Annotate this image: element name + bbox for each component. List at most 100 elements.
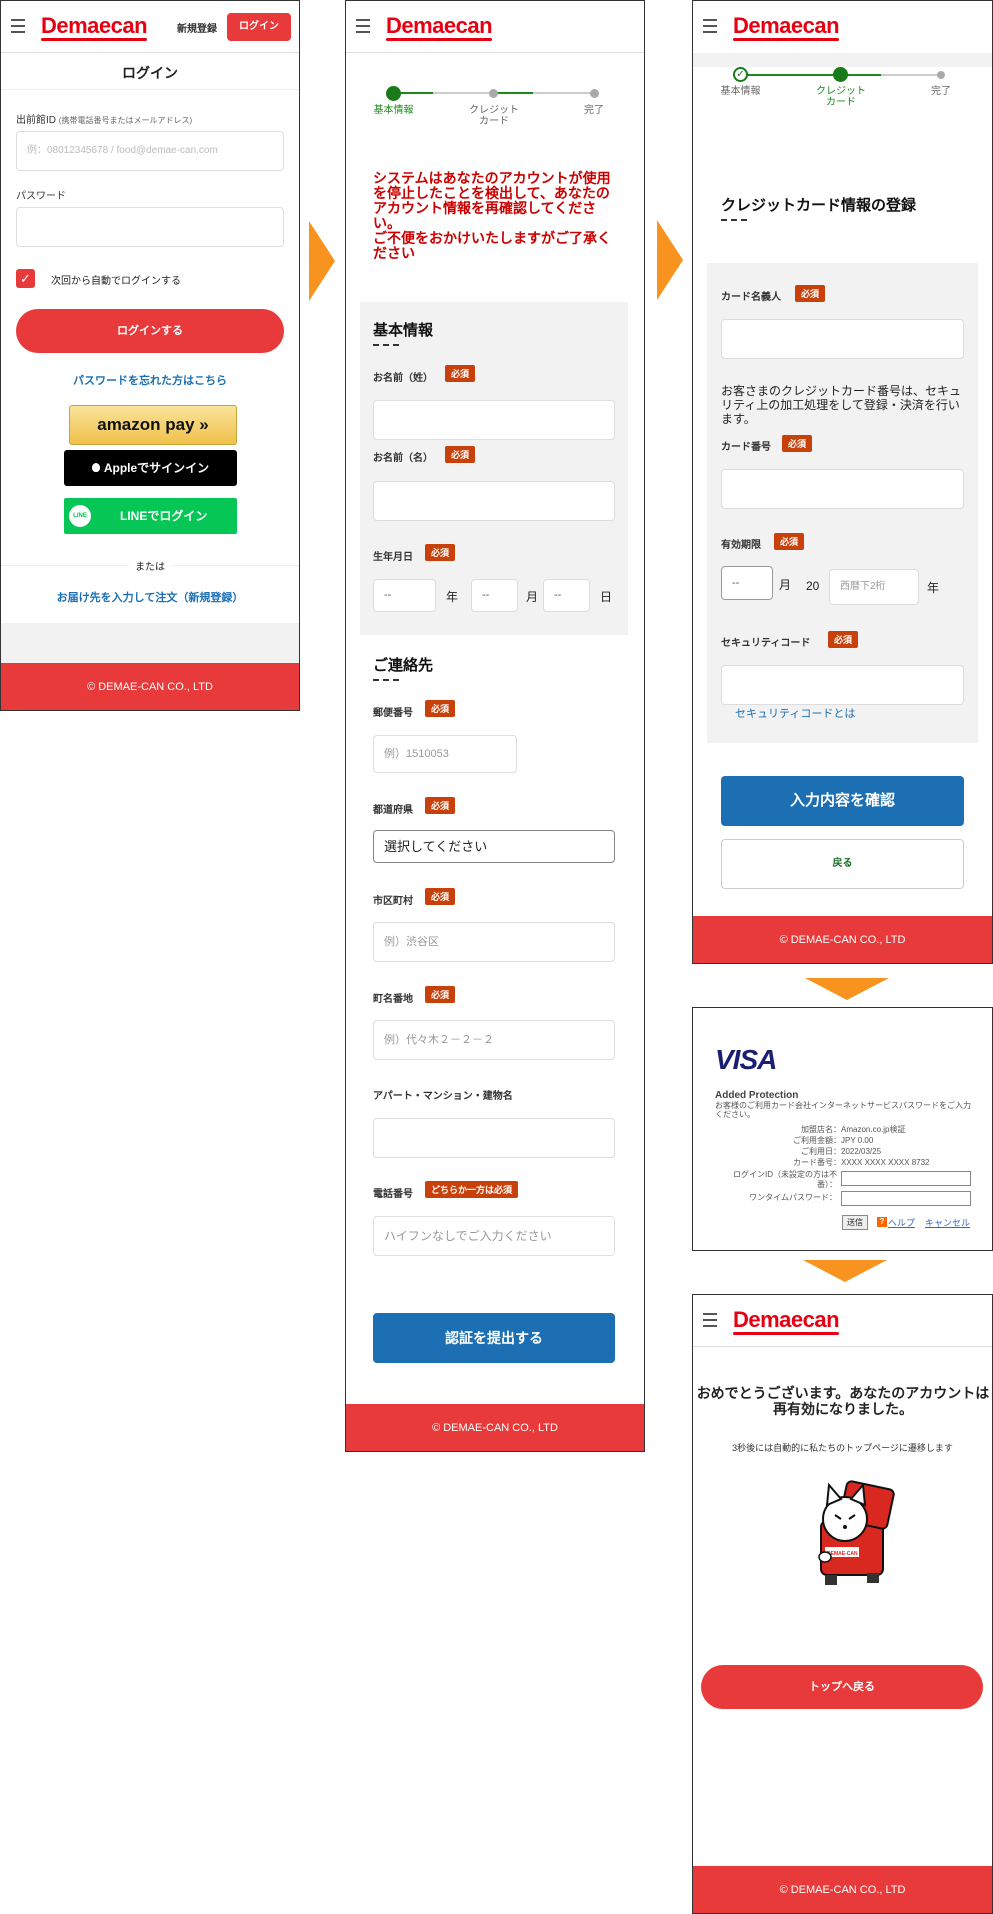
month-unit: 月 xyxy=(526,590,539,604)
step2-dot xyxy=(489,89,498,98)
required-badge: 必須 xyxy=(828,631,859,648)
zip-input[interactable]: 例）1510053 xyxy=(373,735,517,773)
login-panel: Demaecan 新規登録 ログイン ログイン 出前館ID (携帯電話番号または… xyxy=(0,0,300,711)
twenty-prefix: 20 xyxy=(806,579,820,593)
footer: © DEMAE-CAN CO., LTD xyxy=(346,1404,644,1451)
forgot-password-link[interactable]: パスワードを忘れた方はこちら xyxy=(1,372,299,388)
login-submit-button[interactable]: ログインする xyxy=(16,309,284,353)
cancel-link[interactable]: キャンセル xyxy=(925,1216,970,1229)
building-label: アパート・マンション・建物名 xyxy=(373,1091,513,1102)
street-input[interactable]: 例）代々木２－２－２ xyxy=(373,1020,615,1060)
city-input[interactable]: 例）渋谷区 xyxy=(373,922,615,962)
holder-input[interactable] xyxy=(721,319,964,359)
login-id-label: ログインID（未設定の方は不番）： xyxy=(733,1170,837,1189)
logo[interactable]: Demaecan xyxy=(733,1307,840,1335)
arrow-right-icon xyxy=(309,221,335,301)
register-link[interactable]: 新規登録 xyxy=(177,20,217,35)
mascot-illustration: DEMAE-CAN xyxy=(803,1477,899,1589)
line-label: LINEでログイン xyxy=(120,509,208,523)
id-hint: (携帯電話番号またはメールアドレス) xyxy=(58,116,193,125)
back-to-top-button[interactable]: トップへ戻る xyxy=(701,1665,983,1709)
row-key: カード番号： xyxy=(793,1158,841,1167)
birth-month-select[interactable]: -- xyxy=(471,579,518,612)
amazon-pay-label: amazon pay xyxy=(97,415,195,434)
step2-line1: クレジット xyxy=(469,105,519,116)
auto-login-checkbox[interactable]: ✓ xyxy=(16,269,35,288)
visa-row: 加盟店名： Amazon.co.jp検証 xyxy=(715,1125,975,1135)
id-label: 出前館ID (携帯電話番号またはメールアドレス) xyxy=(16,111,192,126)
logo[interactable]: Demaecan xyxy=(41,13,148,41)
info-panel: Demaecan 基本情報 クレジット カード 完了 システムはあなたのアカウント… xyxy=(345,0,645,1452)
required-badge: 必須 xyxy=(425,888,456,905)
menu-icon[interactable] xyxy=(703,19,717,33)
required-badge: 必須 xyxy=(425,544,456,561)
help-link[interactable]: ヘルプ xyxy=(888,1216,915,1229)
apple-signin-button[interactable]: Appleでサインイン xyxy=(64,450,237,486)
logo[interactable]: Demaecan xyxy=(386,13,493,41)
visa-heading: Added Protection xyxy=(715,1090,799,1101)
step2-line2: カード xyxy=(826,97,856,108)
row-value: 2022/03/25 xyxy=(841,1147,882,1156)
first-name-input[interactable] xyxy=(373,481,615,521)
warning-message: システムはあなたのアカウントが使用を停止したことを検出して、あなたのアカウント情… xyxy=(373,170,611,261)
login-id-input[interactable] xyxy=(841,1171,971,1186)
expiry-label: 有効期限 xyxy=(721,540,761,551)
cvc-input[interactable] xyxy=(721,665,964,705)
month-unit: 月 xyxy=(779,578,792,592)
card-number-input[interactable] xyxy=(721,469,964,509)
guest-order-link[interactable]: お届け先を入力して注文（新規登録） xyxy=(1,589,299,605)
success-panel: Demaecan おめでとうございます。あなたのアカウントは再有効になりました。… xyxy=(692,1294,993,1914)
birthdate-label: 生年月日 xyxy=(373,552,413,563)
header: Demaecan 新規登録 ログイン xyxy=(1,1,299,53)
expiry-year-input[interactable]: 西暦下2桁 xyxy=(829,569,919,605)
header-login-button[interactable]: ログイン xyxy=(227,13,291,41)
step-line-active-2 xyxy=(493,92,533,94)
required-badge: 必須 xyxy=(425,700,456,717)
page-title: ログイン xyxy=(122,65,178,81)
arrow-right-icon xyxy=(657,220,683,300)
building-input[interactable] xyxy=(373,1118,615,1158)
required-badge: 必須 xyxy=(445,365,476,382)
apple-icon xyxy=(91,463,100,472)
otp-input[interactable] xyxy=(841,1191,971,1206)
expiry-month-select[interactable]: -- xyxy=(721,566,773,600)
or-label: または xyxy=(129,558,171,573)
card-panel: Demaecan ✓ 基本情報 クレジット カード 完了 クレジットカード情報の登… xyxy=(692,0,993,964)
prefecture-select[interactable]: 選択してください xyxy=(373,830,615,863)
header-band xyxy=(693,53,992,67)
row-key: ご利用金額： xyxy=(793,1136,841,1145)
birth-day-select[interactable]: -- xyxy=(543,579,590,612)
menu-icon[interactable] xyxy=(11,19,25,33)
header: Demaecan xyxy=(346,1,644,53)
id-label-text: 出前館ID xyxy=(16,115,56,126)
submit-verification-button[interactable]: 認証を提出する xyxy=(373,1313,615,1363)
zip-label: 郵便番号 xyxy=(373,708,413,719)
back-button[interactable]: 戻る xyxy=(721,839,964,889)
year-unit: 年 xyxy=(446,590,459,604)
card-security-note: お客さまのクレジットカード番号は、セキュリティ上の加工処理をして登録・決済を行い… xyxy=(721,384,962,426)
menu-icon[interactable] xyxy=(703,1313,717,1327)
contact-title: ご連絡先 xyxy=(373,654,433,681)
logo[interactable]: Demaecan xyxy=(733,13,840,41)
line-login-button[interactable]: LINE LINEでログイン xyxy=(64,498,237,534)
id-input[interactable]: 例：08012345678 / food@demae-can.com xyxy=(16,131,284,171)
row-key: 加盟店名： xyxy=(801,1125,841,1134)
amazon-pay-button[interactable]: amazon pay » xyxy=(69,405,237,445)
confirm-button[interactable]: 入力内容を確認 xyxy=(721,776,964,826)
phone-input[interactable]: ハイフンなしでご入力ください xyxy=(373,1216,615,1256)
auto-login-label: 次回から自動でログインする xyxy=(51,276,181,287)
basic-info-title: 基本情報 xyxy=(373,319,433,346)
password-input[interactable] xyxy=(16,207,284,247)
step3-dot xyxy=(937,71,945,79)
send-button[interactable]: 送信 xyxy=(842,1215,868,1230)
birth-year-select[interactable]: -- xyxy=(373,579,436,612)
required-badge: 必須 xyxy=(425,986,456,1003)
last-name-input[interactable] xyxy=(373,400,615,440)
day-unit: 日 xyxy=(600,590,613,604)
city-label: 市区町村 xyxy=(373,896,413,907)
required-badge: 必須 xyxy=(782,435,813,452)
step2-label: クレジット カード xyxy=(464,105,524,127)
cvc-help-link[interactable]: セキュリティコードとは xyxy=(735,705,855,721)
cvc-label: セキュリティコード xyxy=(721,638,811,649)
menu-icon[interactable] xyxy=(356,19,370,33)
